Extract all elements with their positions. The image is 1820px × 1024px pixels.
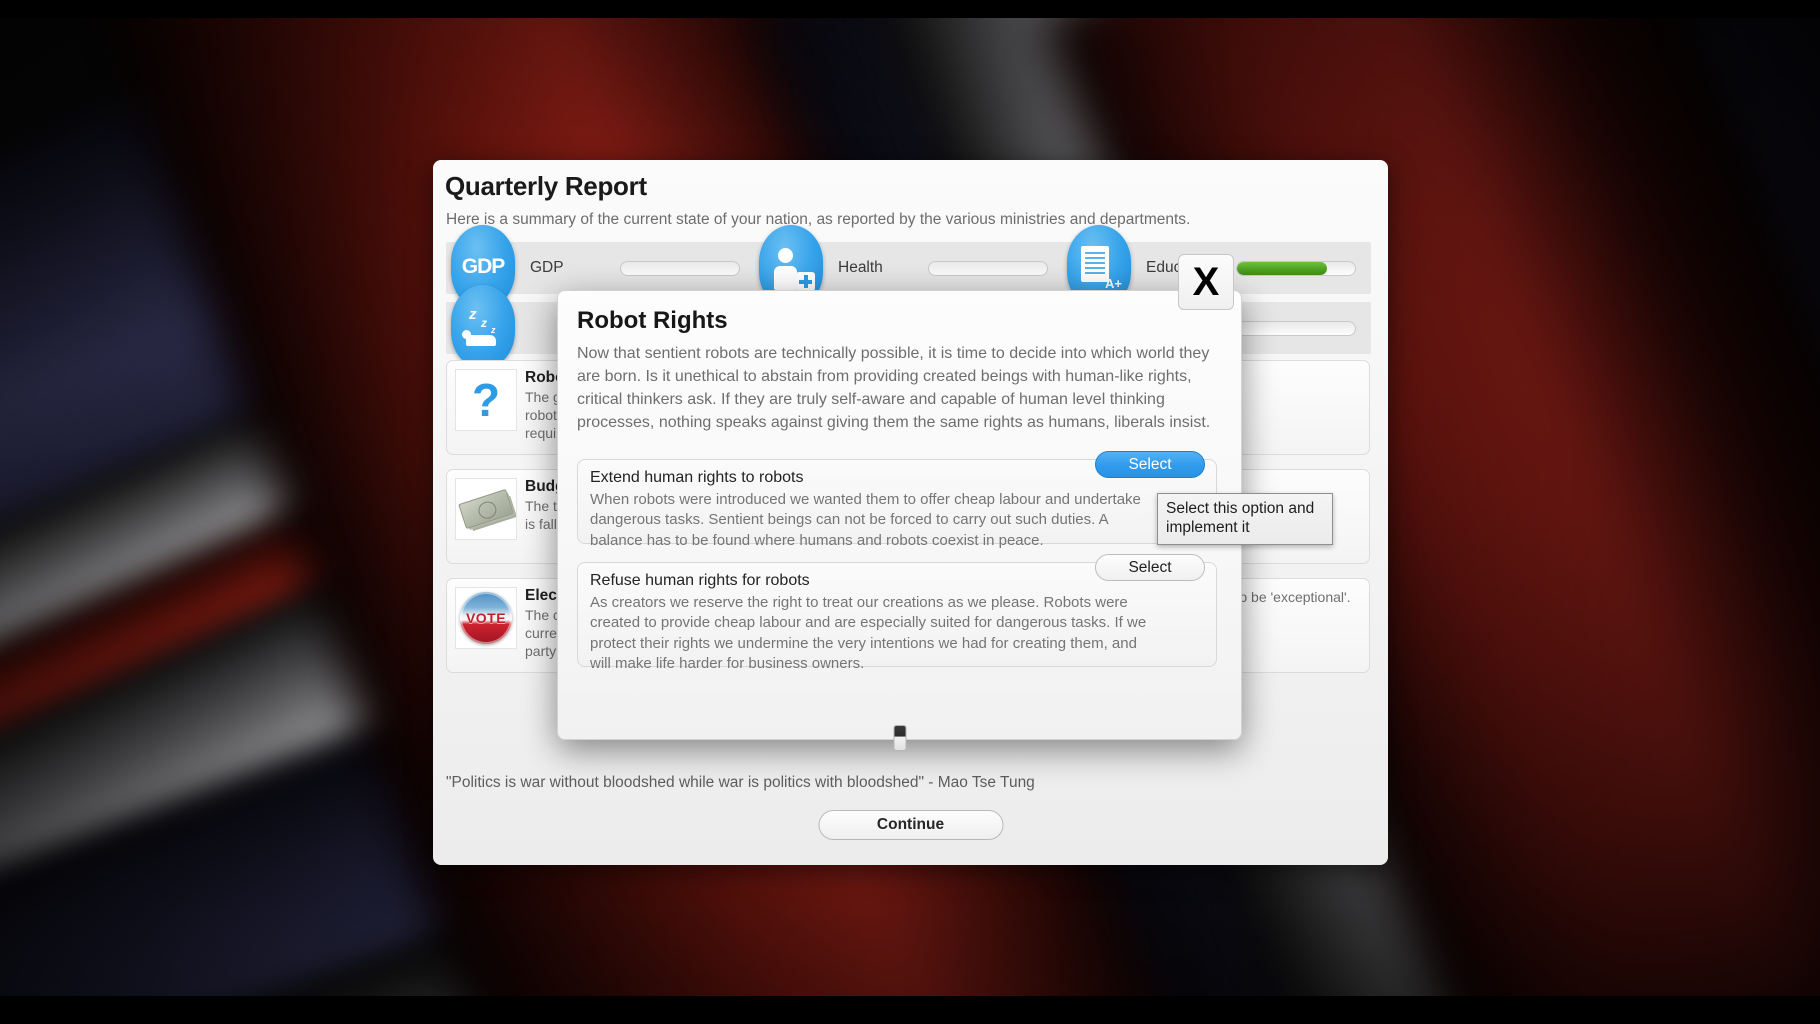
- close-icon[interactable]: X: [1178, 254, 1234, 310]
- stat-health[interactable]: Health: [754, 225, 1062, 309]
- modal-scrollbar[interactable]: [893, 725, 906, 751]
- stat-bar-gdp: [620, 260, 740, 276]
- letterbox-top: [0, 0, 1820, 18]
- modal-description: Now that sentient robots are technically…: [577, 345, 1211, 431]
- stat-bar-blank-2: [1236, 320, 1356, 336]
- footer-quote: "Politics is war without bloodshed while…: [446, 774, 1035, 791]
- select-button-tooltip: Select this option and implement it: [1157, 493, 1333, 546]
- page-title: Quarterly Report: [445, 171, 647, 201]
- policy-option-extend-rights: Select Extend human rights to robots Whe…: [577, 451, 1217, 549]
- stat-label-health: Health: [838, 259, 883, 276]
- sleep-icon: zzz: [451, 285, 515, 369]
- option-body: As creators we reserve the right to trea…: [590, 594, 1147, 672]
- robot-rights-modal: Robot Rights X Now that sentient robots …: [557, 254, 1242, 751]
- letterbox-bottom: [0, 996, 1820, 1024]
- policy-option-refuse-rights: Select Refuse human rights for robots As…: [577, 554, 1217, 672]
- option-body: When robots were introduced we wanted th…: [590, 491, 1141, 549]
- sleep-icon-glyph: zzz: [461, 302, 505, 352]
- select-button-refuse-rights[interactable]: Select: [1095, 554, 1205, 581]
- modal-title: Robot Rights: [577, 307, 728, 334]
- continue-button[interactable]: Continue: [818, 810, 1003, 840]
- vote-badge-label: VOTE: [465, 610, 507, 626]
- question-mark-icon: ?: [455, 369, 517, 431]
- stat-label-gdp: GDP: [530, 259, 564, 276]
- gdp-icon-label: GDP: [461, 255, 506, 278]
- stat-bar-health: [928, 260, 1048, 276]
- stat-bar-education: [1236, 260, 1356, 276]
- education-icon-glyph: A+: [1076, 241, 1122, 293]
- health-icon-glyph: [768, 241, 815, 293]
- page-subtitle: Here is a summary of the current state o…: [446, 211, 1191, 228]
- vote-badge-icon: VOTE: [455, 587, 517, 649]
- money-icon: [455, 478, 517, 540]
- select-button-extend-rights[interactable]: Select: [1095, 451, 1205, 478]
